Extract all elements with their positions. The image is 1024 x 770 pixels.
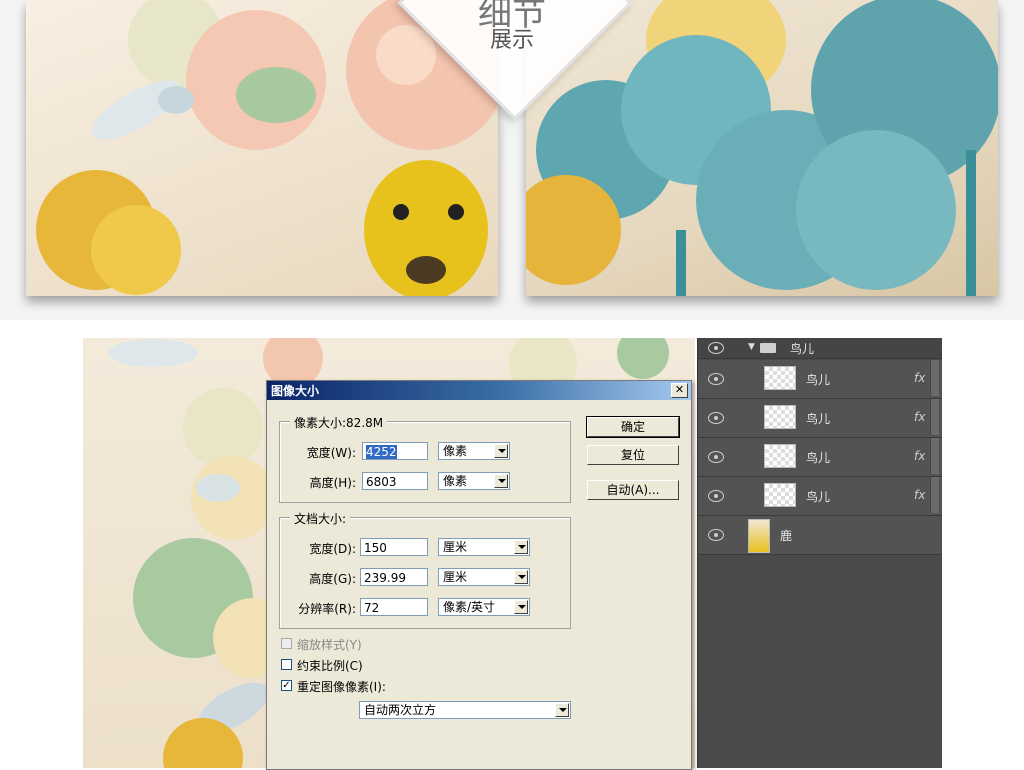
resolution-unit-select[interactable]: 像素/英寸 [438,598,530,616]
floral-deer-artwork [36,0,498,296]
doc-width-value: 150 [364,541,387,555]
pixel-width-input[interactable]: 4252 [362,442,428,460]
scale-styles-label: 缩放样式(Y) [297,638,362,652]
reset-button[interactable]: 复位 [587,445,679,465]
visibility-eye-icon[interactable] [708,451,724,463]
visibility-eye-icon[interactable] [708,490,724,502]
pixel-height-unit: 像素 [443,474,468,488]
constrain-proportions-checkbox[interactable] [281,659,292,670]
doc-height-label: 高度(G): [309,572,356,586]
layer-thumbnail [764,366,796,390]
dialog-title: 图像大小 [271,384,320,398]
visibility-eye-icon[interactable] [708,529,724,541]
resample-checkbox[interactable]: ✓ [281,680,292,691]
layer-name: 鹿 [780,529,793,543]
chevron-down-icon[interactable] [514,600,528,614]
pixel-height-label: 高度(H): [309,476,356,490]
folder-icon [760,343,776,353]
pixel-width-label: 宽度(W): [306,446,356,460]
layer-effects-icon[interactable]: fx [914,371,925,385]
layer-group-name: 鸟儿 [790,342,815,356]
product-photo-left [26,0,498,296]
constrain-proportions-label: 约束比例(C) [297,659,363,673]
doc-width-unit: 厘米 [443,540,468,554]
doc-width-label: 宽度(D): [309,542,356,556]
pixel-dimensions-group: 像素大小:82.8M 宽度(W): 4252 像素 高度(H): 6803 像素 [279,414,571,503]
layer-thumbnail [748,519,770,553]
chevron-down-icon[interactable] [514,540,528,554]
doc-width-input[interactable]: 150 [360,538,428,556]
layer-name: 鸟儿 [806,412,831,426]
layer-thumbnail [764,483,796,507]
scale-styles-checkbox[interactable] [281,638,292,649]
visibility-eye-icon[interactable] [708,342,724,354]
layer-name: 鸟儿 [806,490,831,504]
doc-height-unit-select[interactable]: 厘米 [438,568,530,586]
scroll-tab[interactable] [930,438,939,474]
layer-row[interactable]: 鸟儿 fx [698,477,942,516]
dialog-titlebar[interactable]: 图像大小 ✕ [267,381,691,400]
layer-row[interactable]: 鸟儿 fx [698,399,942,438]
ok-button[interactable]: 确定 [586,416,680,438]
document-size-legend: 文档大小: [290,510,351,527]
layer-name: 鸟儿 [806,373,831,387]
layer-row[interactable]: 鹿 [698,516,942,555]
layer-thumbnail [764,405,796,429]
pixel-height-input[interactable]: 6803 [362,472,428,490]
resample-method-value: 自动两次立方 [364,703,437,717]
doc-height-value: 239.99 [364,571,406,585]
chevron-down-icon[interactable] [494,474,508,488]
document-size-group: 文档大小: 宽度(D): 150 厘米 高度(G): 239.99 厘米 分辨率… [279,510,571,629]
scroll-tab[interactable] [930,477,939,513]
detail-banner: 细节 展示 [0,0,1024,320]
layer-row[interactable]: 鸟儿 fx [698,360,942,399]
close-icon[interactable]: ✕ [671,383,688,398]
visibility-eye-icon[interactable] [708,412,724,424]
chevron-down-icon[interactable] [514,570,528,584]
doc-height-input[interactable]: 239.99 [360,568,428,586]
teal-trees-artwork [526,0,998,296]
layer-effects-icon[interactable]: fx [914,449,925,463]
layer-group-row[interactable]: ▼ 鸟儿 [698,338,942,359]
layer-name: 鸟儿 [806,451,831,465]
resolution-value: 72 [364,601,380,615]
pixel-width-value: 4252 [366,445,397,459]
pixel-height-value: 6803 [366,475,397,489]
resolution-unit: 像素/英寸 [443,600,496,614]
scroll-tab[interactable] [930,399,939,435]
pixel-dimensions-legend: 像素大小:82.8M [290,414,388,431]
resample-method-select[interactable]: 自动两次立方 [359,701,571,719]
resolution-input[interactable]: 72 [360,598,428,616]
scroll-tab[interactable] [930,360,939,396]
resample-label: 重定图像像素(I): [297,680,386,694]
banner-subtitle: 展示 [489,28,534,53]
pixel-height-unit-select[interactable]: 像素 [438,472,510,490]
doc-height-unit: 厘米 [443,570,468,584]
layer-effects-icon[interactable]: fx [914,410,925,424]
layer-row[interactable]: 鸟儿 fx [698,438,942,477]
auto-button[interactable]: 自动(A)... [587,480,679,500]
product-photo-right [526,0,998,296]
image-size-dialog: 图像大小 ✕ 像素大小:82.8M 宽度(W): 4252 像素 高度(H): … [266,380,692,770]
chevron-down-icon[interactable] [494,444,508,458]
doc-width-unit-select[interactable]: 厘米 [438,538,530,556]
expand-triangle-icon[interactable]: ▼ [748,342,755,352]
chevron-down-icon[interactable] [555,703,569,717]
layer-effects-icon[interactable]: fx [914,488,925,502]
resolution-label: 分辨率(R): [298,602,356,616]
pixel-width-unit-select[interactable]: 像素 [438,442,510,460]
layer-thumbnail [764,444,796,468]
layers-panel: ▼ 鸟儿 鸟儿 fx 鸟儿 fx 鸟儿 fx 鸟儿 fx 鹿 [697,338,942,768]
visibility-eye-icon[interactable] [708,373,724,385]
pixel-width-unit: 像素 [443,444,468,458]
